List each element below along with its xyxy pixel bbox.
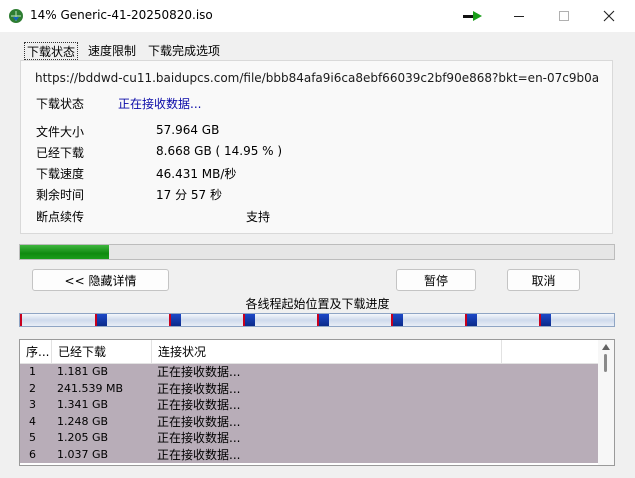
table-scrollbar[interactable] <box>598 340 614 465</box>
scroll-thumb[interactable] <box>604 354 607 372</box>
row-status: 正在接收数据... <box>157 414 241 429</box>
column-header-extra[interactable] <box>502 340 598 364</box>
table-row[interactable]: 1 1.181 GB 正在接收数据... <box>20 364 598 381</box>
speed-value: 46.431 MB/秒 <box>156 167 237 181</box>
tab-speed-limit[interactable]: 速度限制 <box>86 42 138 60</box>
minimize-icon[interactable] <box>496 0 542 32</box>
table-row[interactable]: 6 1.037 GB 正在接收数据... <box>20 446 598 463</box>
row-downloaded: 241.539 MB <box>57 381 124 395</box>
row-status: 正在接收数据... <box>157 447 241 462</box>
column-header-downloaded[interactable]: 已经下载 <box>52 340 152 364</box>
green-arrow-icon[interactable] <box>450 0 496 32</box>
scroll-up-arrow-icon[interactable] <box>602 344 610 350</box>
tab-download-status[interactable]: 下载状态 <box>24 42 79 60</box>
thread-start-marker <box>169 314 171 326</box>
remaining-time-value: 17 分 57 秒 <box>156 188 222 202</box>
downloaded-value: 8.668 GB ( 14.95 % ) <box>156 144 283 158</box>
column-header-status[interactable]: 连接状况 <box>152 340 502 364</box>
row-index: 1 <box>29 365 36 378</box>
table-header: 序... 已经下载 连接状况 <box>20 340 598 364</box>
remaining-time-label: 剩余时间 <box>36 188 85 202</box>
title-bar: 14% Generic-41-20250820.iso <box>0 0 635 32</box>
thread-progress-bar <box>19 313 615 327</box>
thread-start-marker <box>465 314 467 326</box>
thread-start-marker <box>20 314 22 326</box>
table-row[interactable]: 3 1.341 GB 正在接收数据... <box>20 397 598 414</box>
download-details-panel: https://bddwd-cu11.baidupcs.com/file/bbb… <box>20 60 613 234</box>
row-status: 正在接收数据... <box>157 381 241 396</box>
file-size-value: 57.964 GB <box>156 123 220 137</box>
column-header-index[interactable]: 序... <box>20 340 52 364</box>
thread-start-marker <box>317 314 319 326</box>
table-row[interactable]: 5 1.205 GB 正在接收数据... <box>20 430 598 447</box>
hide-details-button[interactable]: << 隐藏详情 <box>32 269 169 291</box>
row-downloaded: 1.341 GB <box>57 398 109 411</box>
pause-button[interactable]: 暂停 <box>396 269 476 291</box>
row-downloaded: 1.181 GB <box>57 365 109 378</box>
row-downloaded: 1.205 GB <box>57 431 109 444</box>
table-row[interactable]: 4 1.248 GB 正在接收数据... <box>20 413 598 430</box>
thread-start-marker <box>95 314 97 326</box>
overall-progress-bar <box>19 244 615 260</box>
row-index: 4 <box>29 414 36 428</box>
table-row[interactable]: 2 241.539 MB 正在接收数据... <box>20 380 598 397</box>
download-url: https://bddwd-cu11.baidupcs.com/file/bbb… <box>35 71 600 85</box>
row-index: 6 <box>29 447 36 461</box>
row-status: 正在接收数据... <box>157 398 241 412</box>
file-size-label: 文件大小 <box>36 125 85 139</box>
thread-progress-title: 各线程起始位置及下载进度 <box>245 297 390 311</box>
close-icon[interactable] <box>586 0 632 32</box>
connections-table[interactable]: 序... 已经下载 连接状况 1 1.181 GB 正在接收数据... 2 24… <box>19 339 615 466</box>
thread-start-marker <box>243 314 245 326</box>
status-label: 下载状态 <box>36 97 85 111</box>
row-downloaded: 1.037 GB <box>57 447 109 461</box>
resume-label: 断点续传 <box>36 210 85 224</box>
status-value: 正在接收数据... <box>118 97 202 111</box>
thread-start-marker <box>391 314 393 326</box>
cancel-button[interactable]: 取消 <box>507 269 580 291</box>
idm-app-icon <box>8 8 24 24</box>
resume-value: 支持 <box>246 210 271 224</box>
maximize-icon[interactable] <box>541 0 587 32</box>
tab-completion-options[interactable]: 下载完成选项 <box>146 42 222 60</box>
row-status: 正在接收数据... <box>157 365 241 379</box>
speed-label: 下载速度 <box>36 167 85 181</box>
progress-fill <box>20 245 109 259</box>
window-title: 14% Generic-41-20250820.iso <box>30 8 213 22</box>
row-downloaded: 1.248 GB <box>57 414 109 428</box>
row-status: 正在接收数据... <box>157 431 241 445</box>
row-index: 3 <box>29 398 36 411</box>
thread-start-marker <box>539 314 541 326</box>
row-index: 5 <box>29 431 36 444</box>
downloaded-label: 已经下载 <box>36 146 85 160</box>
row-index: 2 <box>29 381 36 395</box>
